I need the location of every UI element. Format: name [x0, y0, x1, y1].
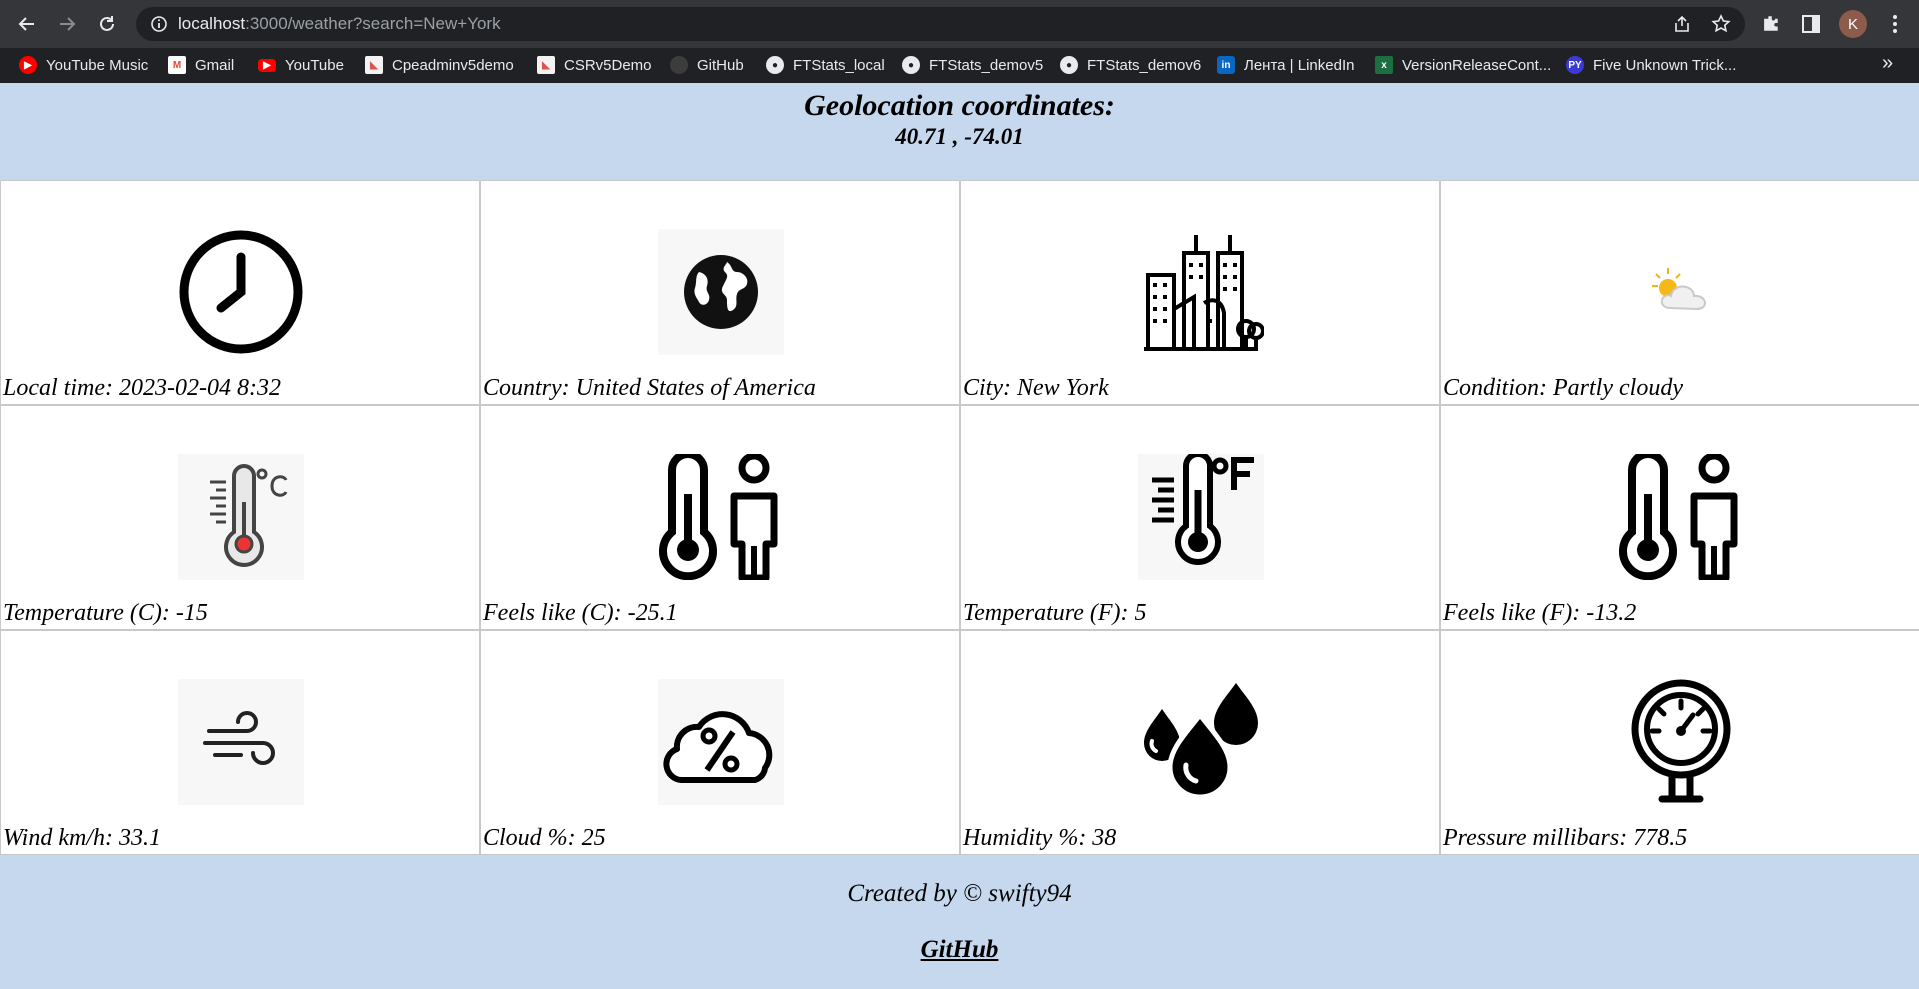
youtube-music-icon: ▶ [19, 56, 37, 74]
weather-card-city: City: New York [960, 180, 1440, 405]
reload-icon [100, 16, 114, 31]
bookmark-five-unknown-tricks[interactable]: PY Five Unknown Trick... [1566, 53, 1736, 77]
bookmark-label: Five Unknown Trick... [1593, 56, 1737, 74]
share-icon[interactable] [1672, 14, 1692, 34]
card-label: Wind km/h: 33.1 [3, 825, 161, 851]
card-label: Country: United States of America [483, 375, 816, 401]
weather-card-condition: Condition: Partly cloudy [1440, 180, 1919, 405]
bookmark-versionrelease[interactable]: x VersionReleaseCont... [1375, 53, 1551, 77]
weather-page: Geolocation coordinates: 40.71 , -74.01 … [0, 83, 1919, 989]
cloud-percent-icon [658, 679, 784, 805]
weather-card-cloud: Cloud %: 25 [480, 630, 960, 855]
url-text[interactable]: localhost:3000/weather?search=New+York [178, 15, 501, 33]
feels-like-icon [1618, 454, 1744, 580]
thermometer-fahrenheit-icon [1138, 454, 1264, 580]
bookmark-label: FTStats_demov5 [929, 56, 1044, 74]
bookmark-label: YouTube Music [46, 56, 149, 74]
globe-icon: ● [1060, 56, 1078, 74]
back-arrow-icon [18, 17, 34, 31]
bookmark-ftstats-demov5[interactable]: ● FTStats_demov5 [902, 53, 1043, 77]
youtube-icon: ▶ [258, 58, 276, 72]
partly-cloudy-icon [1618, 229, 1744, 355]
address-bar[interactable]: localhost:3000/weather?search=New+York [136, 7, 1745, 41]
extensions-icon[interactable] [1759, 12, 1783, 36]
card-label: Humidity %: 38 [963, 825, 1117, 851]
url-path: :3000/weather?search=New+York [245, 14, 501, 33]
geolocation-coordinates: 40.71 , -74.01 [895, 124, 1024, 149]
weather-card-humidity: Humidity %: 38 [960, 630, 1440, 855]
bookmark-ftstats-local[interactable]: ● FTStats_local [766, 53, 885, 77]
weather-card-pressure: Pressure millibars: 778.5 [1440, 630, 1919, 855]
thermometer-celsius-icon [178, 454, 304, 580]
humidity-drops-icon [1138, 679, 1264, 805]
card-label: Temperature (F): 5 [963, 600, 1147, 626]
feels-like-icon [658, 454, 784, 580]
py-icon: PY [1566, 56, 1584, 74]
card-label: Feels like (C): -25.1 [483, 600, 678, 626]
weather-card-feels-like-c: Feels like (C): -25.1 [480, 405, 960, 630]
bookmark-label: Лента | LinkedIn [1244, 56, 1355, 74]
weather-card-country: Country: United States of America [480, 180, 960, 405]
weather-card-temperature-f: Temperature (F): 5 [960, 405, 1440, 630]
gmail-icon: M [168, 56, 186, 74]
bookmark-star-icon[interactable] [1711, 14, 1731, 34]
weather-card-temperature-c: Temperature (C): -15 [0, 405, 480, 630]
footer-credit: Created by © swifty94 [847, 880, 1072, 907]
bookmark-ftstats-demov6[interactable]: ● FTStats_demov6 [1060, 53, 1201, 77]
weather-card-feels-like-f: Feels like (F): -13.2 [1440, 405, 1919, 630]
geolocation-title: Geolocation coordinates: [804, 89, 1115, 122]
bookmark-github[interactable]: GitHub [670, 53, 744, 77]
browser-menu-icon[interactable] [1883, 12, 1907, 36]
bookmark-label: CSRv5Demo [564, 56, 652, 74]
card-label: Local time: 2023-02-04 8:32 [3, 375, 281, 401]
bookmark-label: YouTube [285, 56, 344, 74]
weather-grid: Local time: 2023-02-04 8:32 Country: Uni… [0, 180, 1919, 855]
profile-avatar[interactable]: K [1839, 10, 1867, 38]
bookmark-gmail[interactable]: M Gmail [168, 53, 234, 77]
bookmark-label: Gmail [195, 56, 235, 74]
site-info-icon[interactable] [150, 15, 168, 33]
bookmark-youtube[interactable]: ▶ YouTube [258, 53, 344, 77]
bookmark-linkedin[interactable]: in Лента | LinkedIn [1217, 53, 1354, 77]
weather-card-local-time: Local time: 2023-02-04 8:32 [0, 180, 480, 405]
github-link[interactable]: GitHub [0, 936, 1919, 964]
forward-arrow-icon [60, 17, 76, 31]
bookmark-csrv5demo[interactable]: ◣ CSRv5Demo [537, 53, 652, 77]
pressure-gauge-icon [1618, 679, 1744, 805]
bookmark-youtube-music[interactable]: ▶ YouTube Music [19, 53, 148, 77]
bookmark-cpeadminv5demo[interactable]: ◣ Cpeadminv5demo [365, 53, 514, 77]
globe-icon: ● [902, 56, 920, 74]
card-label: Feels like (F): -13.2 [1443, 600, 1637, 626]
github-icon [670, 56, 688, 74]
card-label: Temperature (C): -15 [3, 600, 208, 626]
back-button[interactable] [11, 8, 43, 40]
bookmark-label: Cpeadminv5demo [392, 56, 514, 74]
app-logo-icon: ◣ [365, 56, 383, 74]
linkedin-icon: in [1217, 56, 1235, 74]
globe-icon: ● [766, 56, 784, 74]
weather-card-wind: Wind km/h: 33.1 [0, 630, 480, 855]
browser-toolbar: localhost:3000/weather?search=New+York K [0, 0, 1919, 48]
side-panel-icon[interactable] [1799, 12, 1823, 36]
card-label: Condition: Partly cloudy [1443, 375, 1683, 401]
bookmark-label: FTStats_local [793, 56, 885, 74]
city-icon [1138, 229, 1264, 355]
bookmarks-overflow-button[interactable]: » [1882, 52, 1893, 75]
browser-chrome: localhost:3000/weather?search=New+York K… [0, 0, 1919, 83]
bookmark-label: VersionReleaseCont... [1402, 56, 1552, 74]
app-logo-icon: ◣ [537, 56, 555, 74]
bookmark-label: FTStats_demov6 [1087, 56, 1202, 74]
card-label: City: New York [963, 375, 1109, 401]
clock-icon [178, 229, 304, 355]
reload-button[interactable] [91, 8, 123, 40]
card-label: Cloud %: 25 [483, 825, 606, 851]
forward-button[interactable] [51, 8, 83, 40]
excel-icon: x [1375, 56, 1393, 74]
wind-icon [178, 679, 304, 805]
card-label: Pressure millibars: 778.5 [1443, 825, 1688, 851]
url-host: localhost [178, 14, 246, 33]
bookmark-label: GitHub [697, 56, 744, 74]
globe-icon [658, 229, 784, 355]
